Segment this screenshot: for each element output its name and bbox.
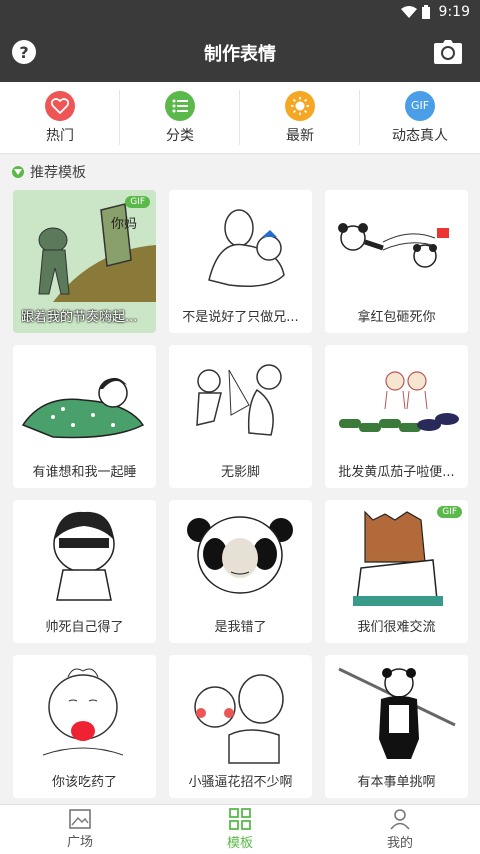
category-newest[interactable]: 最新	[240, 82, 360, 153]
template-caption: 无影脚	[220, 465, 260, 480]
section-header: 推荐模板	[0, 154, 480, 190]
template-grid: 你妈 GIF 跟着我的节奏嗨起... 不是说好了只做兄... 拿红包砸死你 有谁…	[0, 190, 480, 798]
template-caption: 是我错了	[214, 620, 267, 635]
gif-badge: GIF	[125, 196, 150, 208]
template-caption: 跟着我的节奏嗨起...	[21, 310, 138, 325]
template-caption: 我们很难交流	[357, 620, 436, 635]
template-card[interactable]: 是我错了	[169, 500, 312, 643]
heart-icon	[45, 90, 75, 121]
category-live[interactable]: GIF 动态真人	[360, 82, 480, 153]
image-icon	[69, 809, 91, 829]
template-image	[21, 377, 145, 439]
tab-templates[interactable]: 模板	[160, 805, 320, 854]
template-caption: 小骚逼花招不少啊	[188, 775, 293, 790]
template-image	[339, 371, 459, 432]
gif-badge: GIF	[437, 506, 462, 518]
sun-icon	[285, 90, 315, 121]
template-card[interactable]: 有谁想和我一起睡	[13, 345, 156, 488]
template-card[interactable]: 有本事单挑啊	[325, 655, 468, 798]
template-caption: 有本事单挑啊	[357, 775, 436, 790]
chevron-down-icon	[12, 166, 24, 178]
gif-icon: GIF	[405, 90, 435, 121]
section-title: 推荐模板	[30, 165, 86, 181]
status-time: 9:19	[438, 4, 470, 20]
grid-icon	[229, 808, 251, 830]
template-image	[338, 223, 449, 268]
template-image	[187, 516, 293, 594]
tab-label: 模板	[226, 836, 253, 851]
art-text: 你妈	[111, 217, 137, 232]
template-card[interactable]: GIF 我们很难交流	[325, 500, 468, 643]
status-icons	[400, 5, 431, 19]
list-icon	[165, 90, 195, 121]
template-card[interactable]: 拿红包砸死你	[325, 190, 468, 333]
template-caption: 拿红包砸死你	[357, 310, 436, 325]
help-button[interactable]: ?	[12, 40, 36, 64]
bottom-nav: 广场 模板 我的	[0, 804, 480, 854]
template-card[interactable]: 无影脚	[169, 345, 312, 488]
template-image	[196, 364, 282, 436]
category-label: 动态真人	[392, 127, 448, 144]
template-caption: 帅死自己得了	[45, 620, 124, 635]
template-image	[53, 511, 115, 601]
category-label: 最新	[286, 127, 314, 144]
category-bar: 热门 分类 最新 GIF 动态真人	[0, 82, 480, 154]
template-card[interactable]: 小骚逼花招不少啊	[169, 655, 312, 798]
template-card[interactable]: 你妈 GIF 跟着我的节奏嗨起...	[13, 190, 156, 333]
template-card[interactable]: 帅死自己得了	[13, 500, 156, 643]
template-card[interactable]: 批发黄瓜茄子啦便...	[325, 345, 468, 488]
template-card[interactable]: 你该吃药了	[13, 655, 156, 798]
page-title: 制作表情	[204, 44, 276, 65]
template-image	[194, 674, 284, 764]
user-icon	[390, 809, 410, 830]
template-image	[208, 209, 285, 287]
template-card[interactable]: 不是说好了只做兄...	[169, 190, 312, 333]
battery-icon	[421, 5, 430, 19]
tab-me[interactable]: 我的	[320, 805, 480, 854]
category-label: 热门	[46, 127, 74, 144]
tab-plaza[interactable]: 广场	[0, 805, 160, 854]
template-caption: 你该吃药了	[51, 775, 117, 790]
camera-icon[interactable]	[434, 40, 462, 64]
tab-label: 广场	[66, 835, 93, 850]
template-caption: 批发黄瓜茄子啦便...	[338, 465, 455, 480]
help-icon: ?	[19, 42, 29, 62]
tab-label: 我的	[386, 836, 413, 851]
status-bar: 9:19	[0, 0, 480, 24]
template-caption: 有谁想和我一起睡	[32, 465, 137, 480]
template-image	[338, 667, 456, 759]
gif-icon-text: GIF	[410, 99, 430, 112]
category-sort[interactable]: 分类	[120, 82, 240, 153]
category-hot[interactable]: 热门	[0, 82, 120, 153]
wifi-icon	[400, 6, 417, 18]
app-header: ? 制作表情	[0, 24, 480, 82]
template-caption: 不是说好了只做兄...	[182, 310, 299, 325]
template-image	[42, 668, 124, 756]
category-label: 分类	[166, 127, 194, 144]
